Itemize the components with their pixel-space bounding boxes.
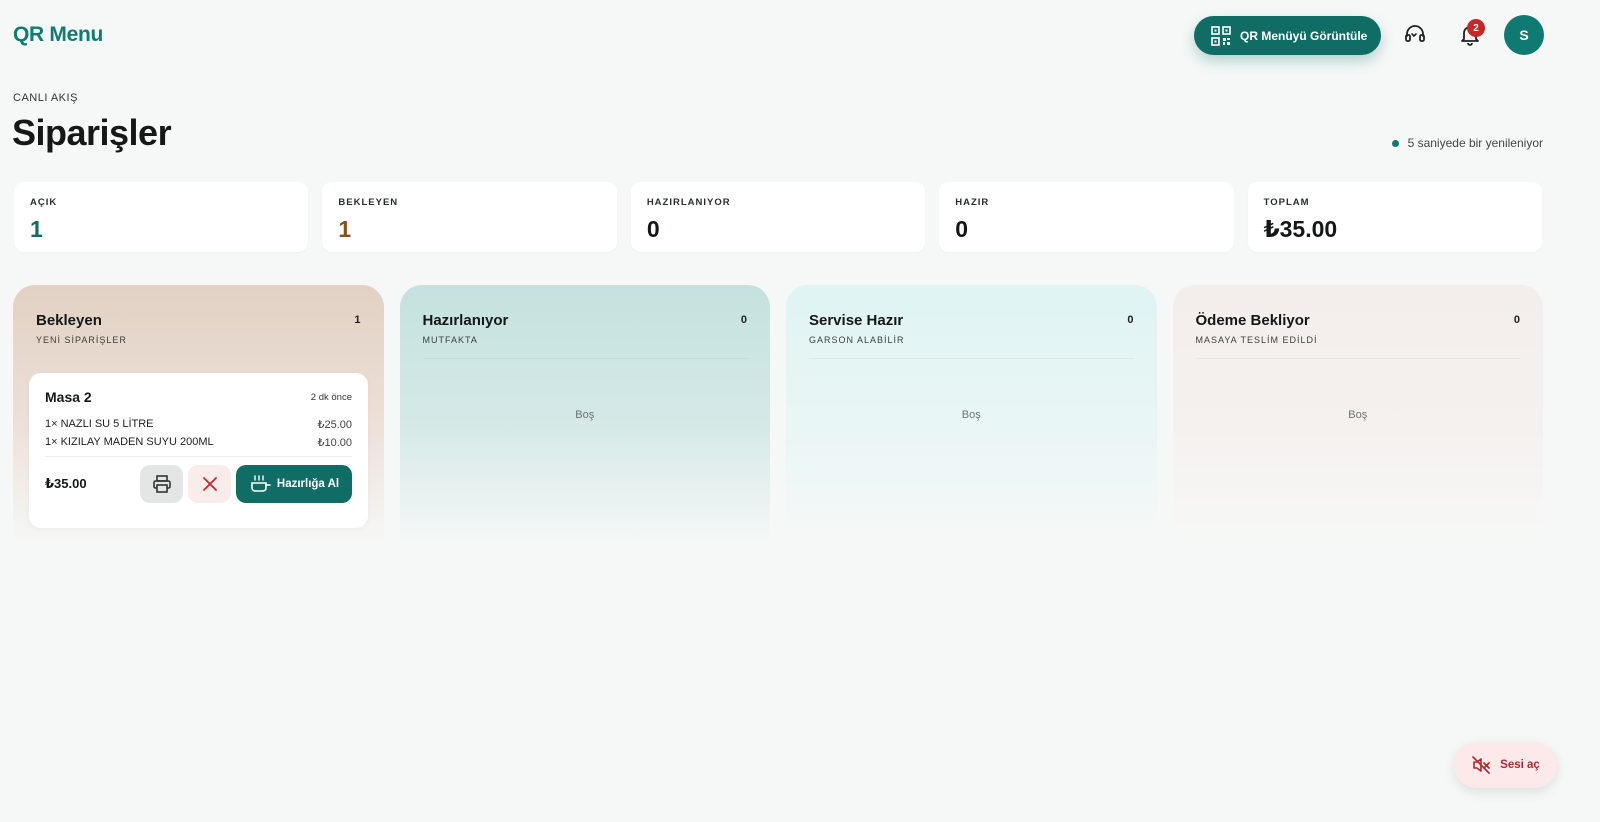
stat-card-preparing: HAZIRLANIYOR 0 — [630, 182, 926, 252]
column-subtitle: YENİ SİPARİŞLER — [36, 335, 127, 345]
order-card[interactable]: Masa 2 2 dk önce 1× NAZLI SU 5 LİTRE ₺25… — [29, 373, 368, 528]
stat-label: TOPLAM — [1263, 197, 1310, 208]
column-ready-to-serve: Servise Hazır 0 GARSON ALABİLİR Boş — [786, 285, 1157, 545]
empty-state: Boş — [1348, 409, 1368, 421]
print-button[interactable] — [140, 465, 183, 503]
stat-card-total: TOPLAM ₺35.00 — [1247, 182, 1543, 252]
column-title: Hazırlanıyor — [422, 312, 509, 329]
stat-label: HAZIR — [955, 197, 990, 208]
column-awaiting-payment: Ödeme Bekliyor 0 MASAYA TESLİM EDİLDİ Bo… — [1172, 285, 1543, 545]
view-qr-menu-label: QR Menüyü Görüntüle — [1240, 28, 1368, 43]
order-total: ₺35.00 — [45, 476, 87, 491]
enable-sound-label: Sesi aç — [1500, 759, 1540, 771]
order-board: Bekleyen 1 YENİ SİPARİŞLER Masa 2 2 dk ö… — [13, 285, 1543, 545]
column-count: 0 — [740, 314, 747, 326]
column-count: 1 — [354, 314, 361, 326]
divider — [1195, 358, 1520, 359]
column-count: 0 — [1513, 314, 1520, 326]
stat-label: AÇIK — [30, 197, 58, 208]
order-item-text: 1× KIZILAY MADEN SUYU 200ML — [45, 436, 214, 448]
enable-sound-button[interactable]: Sesi aç — [1454, 742, 1557, 788]
speaker-muted-icon — [1472, 756, 1490, 774]
order-item-price: ₺25.00 — [317, 419, 352, 431]
stat-card-open: AÇIK 1 — [14, 182, 309, 252]
stat-value: ₺35.00 — [1263, 216, 1338, 242]
stat-value: 0 — [646, 216, 660, 242]
column-subtitle: GARSON ALABİLİR — [809, 335, 905, 345]
order-item: 1× NAZLI SU 5 LİTRE ₺25.00 — [45, 418, 352, 431]
column-subtitle: MASAYA TESLİM EDİLDİ — [1195, 335, 1318, 345]
stat-value: 0 — [955, 216, 969, 242]
column-subtitle: MUTFAKTA — [422, 335, 478, 345]
qr-code-icon — [1211, 25, 1231, 46]
column-title: Bekleyen — [36, 312, 102, 329]
user-avatar[interactable]: S — [1504, 15, 1544, 55]
stat-card-ready: HAZIR 0 — [939, 182, 1234, 252]
notification-count-badge: 2 — [1467, 19, 1485, 37]
order-items: 1× NAZLI SU 5 LİTRE ₺25.00 1× KIZILAY MA… — [45, 418, 352, 449]
stat-label: BEKLEYEN — [338, 197, 399, 208]
page-eyebrow: CANLI AKIŞ — [13, 92, 78, 104]
divider — [45, 456, 352, 457]
stat-value: 1 — [338, 216, 352, 242]
send-to-preparation-button[interactable]: Hazırlığa Al — [236, 465, 352, 503]
headset-support-icon[interactable] — [1403, 22, 1427, 46]
live-status-dot — [1391, 139, 1399, 147]
stat-card-pending: BEKLEYEN 1 — [322, 182, 617, 252]
printer-icon — [152, 475, 171, 493]
send-to-preparation-label: Hazırlığa Al — [276, 478, 340, 490]
app-logo[interactable]: QR Menu — [13, 23, 103, 47]
divider — [809, 358, 1134, 359]
column-count: 0 — [1127, 314, 1134, 326]
top-bar: QR Menu QR Menüyü Görüntüle 2 S — [0, 0, 1600, 72]
stats-row: AÇIK 1 BEKLEYEN 1 HAZIRLANIYOR 0 HAZIR 0… — [14, 182, 1543, 252]
page-title: Siparişler — [12, 112, 172, 153]
stat-label: HAZIRLANIYOR — [646, 197, 731, 208]
refresh-status-text: 5 saniyede bir yenileniyor — [1407, 136, 1543, 150]
column-title: Ödeme Bekliyor — [1195, 312, 1310, 329]
cooking-pot-icon — [251, 475, 271, 492]
order-item-price: ₺10.00 — [317, 437, 352, 449]
order-item: 1× KIZILAY MADEN SUYU 200ML ₺10.00 — [45, 436, 352, 449]
order-item-text: 1× NAZLI SU 5 LİTRE — [45, 418, 154, 430]
order-time: 2 dk önce — [310, 391, 352, 403]
column-pending: Bekleyen 1 YENİ SİPARİŞLER Masa 2 2 dk ö… — [13, 285, 384, 545]
order-table-name: Masa 2 — [45, 389, 92, 405]
column-preparing: Hazırlanıyor 0 MUTFAKTA Boş — [399, 285, 770, 545]
column-title: Servise Hazır — [809, 312, 904, 329]
stat-value: 1 — [30, 216, 43, 242]
divider — [422, 358, 747, 359]
empty-state: Boş — [961, 409, 981, 421]
view-qr-menu-button[interactable]: QR Menüyü Görüntüle — [1194, 16, 1381, 55]
close-icon — [202, 477, 217, 491]
cancel-order-button[interactable] — [188, 465, 231, 503]
empty-state: Boş — [575, 409, 595, 421]
refresh-status: 5 saniyede bir yenileniyor — [1391, 136, 1543, 150]
